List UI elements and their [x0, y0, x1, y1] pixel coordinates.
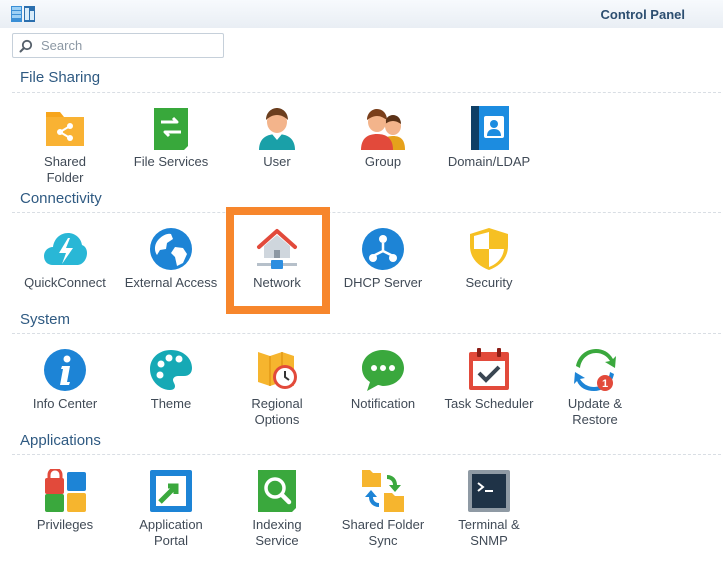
domain-ldap-item[interactable]: Domain/LDAP: [436, 106, 542, 216]
item-label: Domain/LDAP: [447, 154, 531, 169]
external-access-icon: [149, 227, 193, 271]
window-title: Control Panel: [600, 7, 685, 22]
regional-options-item[interactable]: Regional Options: [224, 348, 330, 458]
item-label: Notification: [350, 396, 416, 411]
task-scheduler-item[interactable]: Task Scheduler: [436, 348, 542, 458]
search-icon: [19, 39, 33, 53]
item-label: Update & Restore: [567, 396, 623, 427]
item-label: Privileges: [36, 517, 94, 532]
file-services-item[interactable]: File Services: [118, 106, 224, 216]
section-divider: [12, 454, 721, 455]
notification-icon: [361, 348, 405, 392]
item-label: User: [263, 154, 291, 169]
section-divider: [12, 333, 721, 334]
item-label: DHCP Server: [343, 275, 423, 290]
privileges-item[interactable]: Privileges: [12, 469, 118, 579]
search-input[interactable]: [41, 37, 216, 54]
notification-item[interactable]: Notification: [330, 348, 436, 458]
section-title-file-sharing: File Sharing: [20, 69, 101, 86]
network-highlight-frame: [226, 207, 330, 314]
security-item[interactable]: Security: [436, 227, 542, 337]
section-title-system: System: [20, 311, 71, 328]
item-label: Security: [465, 275, 513, 290]
item-label: Indexing Service: [252, 517, 302, 548]
title-bar: Control Panel: [0, 0, 723, 28]
item-label: Info Center: [32, 396, 98, 411]
external-access-item[interactable]: External Access: [118, 227, 224, 337]
application-portal-item[interactable]: Application Portal: [118, 469, 224, 579]
update-restore-item[interactable]: 1 Update & Restore: [542, 348, 648, 458]
dhcp-server-icon: [361, 227, 405, 271]
section-divider: [12, 92, 721, 93]
control-panel-app-icon: [11, 6, 35, 22]
update-count-badge: 1: [602, 378, 608, 390]
indexing-service-item[interactable]: Indexing Service: [224, 469, 330, 579]
item-label: Application Portal: [139, 517, 203, 548]
group-item[interactable]: Group: [330, 106, 436, 216]
security-icon: [467, 227, 511, 271]
quickconnect-icon: [43, 227, 87, 271]
item-label: Shared Folder: [44, 154, 86, 185]
terminal-snmp-icon: [467, 469, 511, 513]
update-restore-icon: 1: [573, 348, 617, 392]
regional-options-icon: [255, 348, 299, 392]
user-icon: [255, 106, 299, 150]
section-title-applications: Applications: [20, 432, 101, 449]
item-label: QuickConnect: [24, 275, 106, 290]
file-services-icon: [149, 106, 193, 150]
item-label: Terminal & SNMP: [458, 517, 520, 548]
application-portal-icon: [149, 469, 193, 513]
shared-folder-sync-icon: [361, 469, 405, 513]
user-item[interactable]: User: [224, 106, 330, 216]
terminal-snmp-item[interactable]: Terminal & SNMP: [436, 469, 542, 579]
section-title-connectivity: Connectivity: [20, 190, 102, 207]
privileges-icon: [43, 469, 87, 513]
item-label: File Services: [133, 154, 209, 169]
item-label: Task Scheduler: [444, 396, 534, 411]
info-center-icon: [43, 348, 87, 392]
item-label: Theme: [150, 396, 192, 411]
theme-item[interactable]: Theme: [118, 348, 224, 458]
shared-folder-icon: [43, 106, 87, 150]
domain-ldap-icon: [467, 106, 511, 150]
section-divider: [12, 212, 721, 213]
indexing-service-icon: [255, 469, 299, 513]
item-label: External Access: [124, 275, 218, 290]
dhcp-server-item[interactable]: DHCP Server: [330, 227, 436, 337]
item-label: Group: [364, 154, 402, 169]
theme-icon: [149, 348, 193, 392]
search-box[interactable]: [12, 33, 224, 58]
item-label: Shared Folder Sync: [341, 517, 425, 548]
shared-folder-sync-item[interactable]: Shared Folder Sync: [330, 469, 436, 579]
item-label: Regional Options: [251, 396, 303, 427]
group-icon: [361, 106, 405, 150]
task-scheduler-icon: [467, 348, 511, 392]
